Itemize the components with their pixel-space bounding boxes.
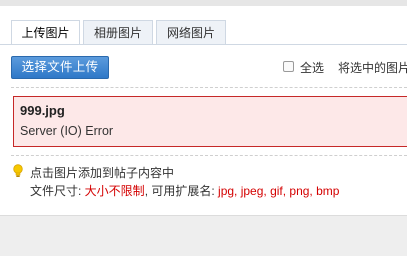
insert-selected-link[interactable]: 将选中的图片 [338, 59, 407, 76]
tab-divider [0, 44, 407, 45]
error-filename: 999.jpg [20, 103, 65, 118]
footer-bottom [0, 256, 407, 264]
size-value: 大小不限制 [84, 184, 145, 198]
select-all-label[interactable]: 全选 [300, 59, 324, 76]
select-all-checkbox[interactable] [283, 61, 294, 72]
dialog-footer [0, 215, 407, 256]
divider [11, 87, 407, 88]
tip-text: 点击图片添加到帖子内容中 [30, 166, 175, 180]
upload-error-item: 999.jpg Server (IO) Error [13, 96, 407, 147]
tab-upload-image[interactable]: 上传图片 [11, 20, 80, 45]
select-file-upload-button[interactable]: 选择文件上传 [11, 56, 109, 79]
tab-bar: 上传图片 相册图片 网络图片 [0, 20, 407, 45]
divider [11, 155, 407, 156]
tab-album-images[interactable]: 相册图片 [83, 20, 153, 45]
file-constraints: 文件尺寸: 大小不限制, 可用扩展名: jpg, jpeg, gif, png,… [30, 182, 339, 199]
ext-prefix: , 可用扩展名: [144, 184, 219, 198]
top-border [0, 0, 407, 6]
tab-web-images[interactable]: 网络图片 [156, 20, 226, 45]
lightbulb-icon [13, 164, 23, 177]
ext-value: jpg, jpeg, gif, png, bmp [218, 184, 340, 198]
error-message: Server (IO) Error [20, 124, 114, 138]
size-prefix: 文件尺寸: [30, 184, 85, 198]
